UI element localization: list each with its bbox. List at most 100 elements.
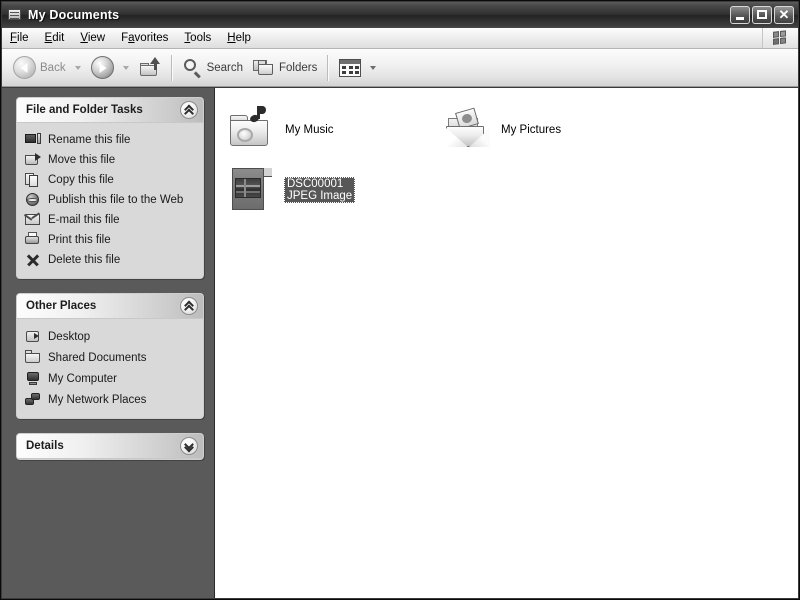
menu-tools[interactable]: Tools (176, 30, 219, 46)
folders-label: Folders (279, 61, 318, 74)
menu-view-rest: iew (87, 32, 106, 44)
task-pane-sidebar: File and Folder Tasks Rename this file M… (2, 88, 215, 598)
place-shared-documents[interactable]: Shared Documents (25, 347, 197, 368)
task-print-this-file[interactable]: Print this file (25, 230, 197, 250)
file-name: DSC00001 (287, 178, 344, 190)
views-button[interactable] (334, 52, 366, 84)
folders-icon (253, 58, 275, 78)
place-label: Desktop (48, 330, 91, 343)
email-icon (24, 212, 41, 228)
task-rename-this-file[interactable]: Rename this file (25, 130, 197, 150)
menu-edit-rest: dit (52, 32, 65, 44)
menu-favorites-rest: vorites (134, 32, 169, 44)
documents-folder-icon (7, 7, 23, 23)
file-type: JPEG Image (287, 190, 353, 202)
chevron-up-icon[interactable] (180, 297, 198, 315)
forward-arrow-icon (90, 56, 114, 79)
task-delete-this-file[interactable]: Delete this file (25, 250, 197, 270)
panel-title-details: Details (26, 440, 64, 452)
file-tiles: My Music My Pictures DSC00001 JPEG Image (223, 100, 798, 220)
task-label: Rename this file (48, 134, 131, 146)
place-label: My Network Places (48, 393, 147, 406)
task-label: Move this file (48, 154, 116, 166)
back-label: Back (40, 61, 66, 74)
print-icon (25, 232, 41, 248)
file-item-my-music[interactable]: My Music (223, 100, 439, 160)
panel-header-other-places[interactable]: Other Places (17, 294, 203, 319)
file-name: My Pictures (501, 124, 562, 136)
network-places-icon (25, 392, 41, 408)
window-title: My Documents (28, 8, 120, 22)
my-computer-icon (25, 371, 41, 387)
back-button[interactable]: Back (8, 52, 71, 84)
task-email-this-file[interactable]: E-mail this file (24, 210, 197, 230)
place-label: Shared Documents (48, 351, 147, 364)
file-item-text: My Pictures (500, 124, 562, 136)
place-my-network-places[interactable]: My Network Places (25, 389, 197, 410)
panel-header-file-tasks[interactable]: File and Folder Tasks (17, 98, 203, 123)
windows-flag-icon (762, 28, 797, 48)
panel-body-file-tasks: Rename this file Move this file Copy thi… (17, 123, 203, 278)
file-item-my-pictures[interactable]: My Pictures (439, 100, 655, 160)
place-my-computer[interactable]: My Computer (25, 368, 197, 389)
views-dropdown-arrow-icon[interactable] (370, 65, 377, 70)
file-item-dsc00001[interactable]: DSC00001 JPEG Image (223, 160, 439, 220)
music-folder-icon (228, 106, 276, 154)
publish-web-icon (25, 192, 41, 208)
menu-file-rest: ile (17, 32, 29, 44)
place-label: My Computer (48, 372, 118, 385)
move-icon (25, 152, 41, 168)
task-label: Delete this file (48, 254, 121, 266)
toolbar-separator-1 (170, 54, 173, 81)
up-button[interactable] (134, 52, 166, 84)
menu-file[interactable]: File (2, 30, 37, 46)
pictures-folder-icon (444, 106, 492, 154)
menu-edit[interactable]: Edit (37, 30, 73, 46)
up-folder-icon (139, 56, 161, 79)
menu-bar: File Edit View Favorites Tools Help (2, 28, 798, 49)
views-icon (339, 58, 362, 77)
panel-details: Details (16, 433, 204, 460)
file-list-pane[interactable]: My Music My Pictures DSC00001 JPEG Image (215, 88, 798, 598)
task-copy-this-file[interactable]: Copy this file (25, 170, 197, 190)
search-label: Search (206, 61, 244, 74)
chevron-up-icon[interactable] (180, 101, 198, 119)
task-label: Print this file (48, 234, 111, 246)
copy-icon (25, 172, 41, 188)
desktop-icon (25, 329, 41, 345)
minimize-button[interactable] (730, 6, 750, 24)
task-move-this-file[interactable]: Move this file (25, 150, 197, 170)
menu-help[interactable]: Help (219, 30, 259, 46)
file-item-text: My Music (284, 124, 335, 136)
back-dropdown-arrow-icon[interactable] (74, 65, 81, 70)
rename-icon (25, 132, 41, 148)
panel-other-places: Other Places Desktop Shared Documents My (16, 293, 204, 419)
window-controls: ✕ (730, 6, 798, 24)
task-label: Copy this file (48, 174, 114, 186)
forward-button[interactable] (86, 52, 119, 84)
forward-dropdown-arrow-icon[interactable] (122, 65, 129, 70)
search-icon (183, 58, 203, 78)
task-label: Publish this file to the Web (48, 194, 184, 206)
search-button[interactable]: Search (178, 52, 248, 84)
task-label: E-mail this file (48, 214, 120, 226)
panel-title-file-tasks: File and Folder Tasks (26, 104, 143, 116)
toolbar: Back Search Folders (2, 49, 798, 87)
maximize-button[interactable] (752, 6, 772, 24)
explorer-window: My Documents ✕ File Edit View Favorites … (0, 0, 800, 600)
shared-folder-icon (25, 349, 41, 366)
menu-view[interactable]: View (72, 30, 113, 46)
panel-header-details[interactable]: Details (17, 434, 203, 459)
title-bar[interactable]: My Documents ✕ (2, 2, 798, 28)
menu-favorites[interactable]: Favorites (113, 30, 176, 46)
toolbar-separator-2 (327, 54, 330, 81)
folders-button[interactable]: Folders (248, 52, 322, 84)
chevron-down-icon[interactable] (180, 437, 198, 455)
task-publish-this-file-to-the-web[interactable]: Publish this file to the Web (25, 190, 197, 210)
jpeg-file-icon (228, 166, 276, 214)
place-desktop[interactable]: Desktop (25, 326, 197, 347)
file-item-text: DSC00001 JPEG Image (284, 177, 356, 203)
close-button[interactable]: ✕ (774, 6, 794, 24)
menu-tools-rest: ools (190, 32, 212, 44)
panel-file-and-folder-tasks: File and Folder Tasks Rename this file M… (16, 97, 204, 279)
